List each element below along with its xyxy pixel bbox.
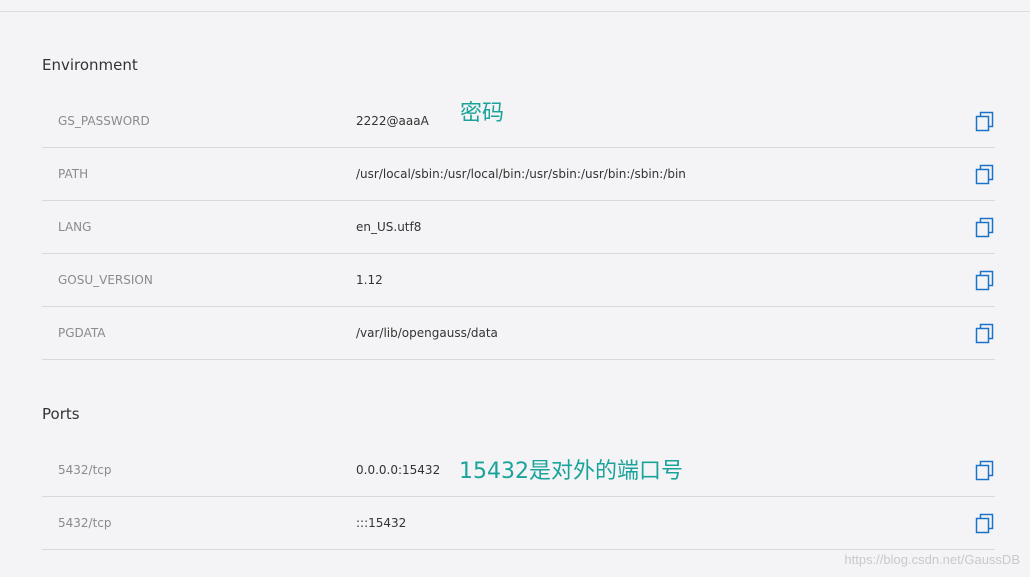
env-row: GS_PASSWORD 2222@aaaA (42, 95, 995, 148)
env-row: LANG en_US.utf8 (42, 201, 995, 254)
env-row: PGDATA /var/lib/opengauss/data (42, 307, 995, 360)
copy-icon[interactable] (975, 513, 995, 535)
env-value: /var/lib/opengauss/data (356, 326, 498, 340)
copy-icon[interactable] (975, 460, 995, 482)
port-key: 5432/tcp (58, 463, 112, 477)
port-annotation: 15432是对外的端口号 (459, 459, 683, 484)
env-key: PGDATA (58, 326, 106, 340)
copy-icon[interactable] (975, 270, 995, 292)
environment-section-title: Environment (42, 56, 138, 74)
env-value: /usr/local/sbin:/usr/local/bin:/usr/sbin… (356, 167, 686, 181)
env-row: PATH /usr/local/sbin:/usr/local/bin:/usr… (42, 148, 995, 201)
ports-section-title: Ports (42, 405, 80, 423)
copy-icon[interactable] (975, 323, 995, 345)
copy-icon[interactable] (975, 217, 995, 239)
top-divider (0, 11, 1030, 12)
password-annotation: 密码 (460, 101, 505, 126)
env-value: en_US.utf8 (356, 220, 422, 234)
env-key: PATH (58, 167, 89, 181)
env-key: GOSU_VERSION (58, 273, 153, 287)
copy-icon[interactable] (975, 164, 995, 186)
watermark: https://blog.csdn.net/GaussDB (844, 552, 1020, 567)
port-value: :::15432 (356, 516, 407, 530)
env-key: GS_PASSWORD (58, 114, 150, 128)
env-value: 1.12 (356, 273, 383, 287)
port-key: 5432/tcp (58, 516, 112, 530)
port-value: 0.0.0.0:15432 (356, 463, 441, 477)
env-row: GOSU_VERSION 1.12 (42, 254, 995, 307)
port-row: 5432/tcp :::15432 (42, 497, 995, 550)
env-value: 2222@aaaA (356, 114, 429, 128)
copy-icon[interactable] (975, 111, 995, 133)
env-key: LANG (58, 220, 92, 234)
